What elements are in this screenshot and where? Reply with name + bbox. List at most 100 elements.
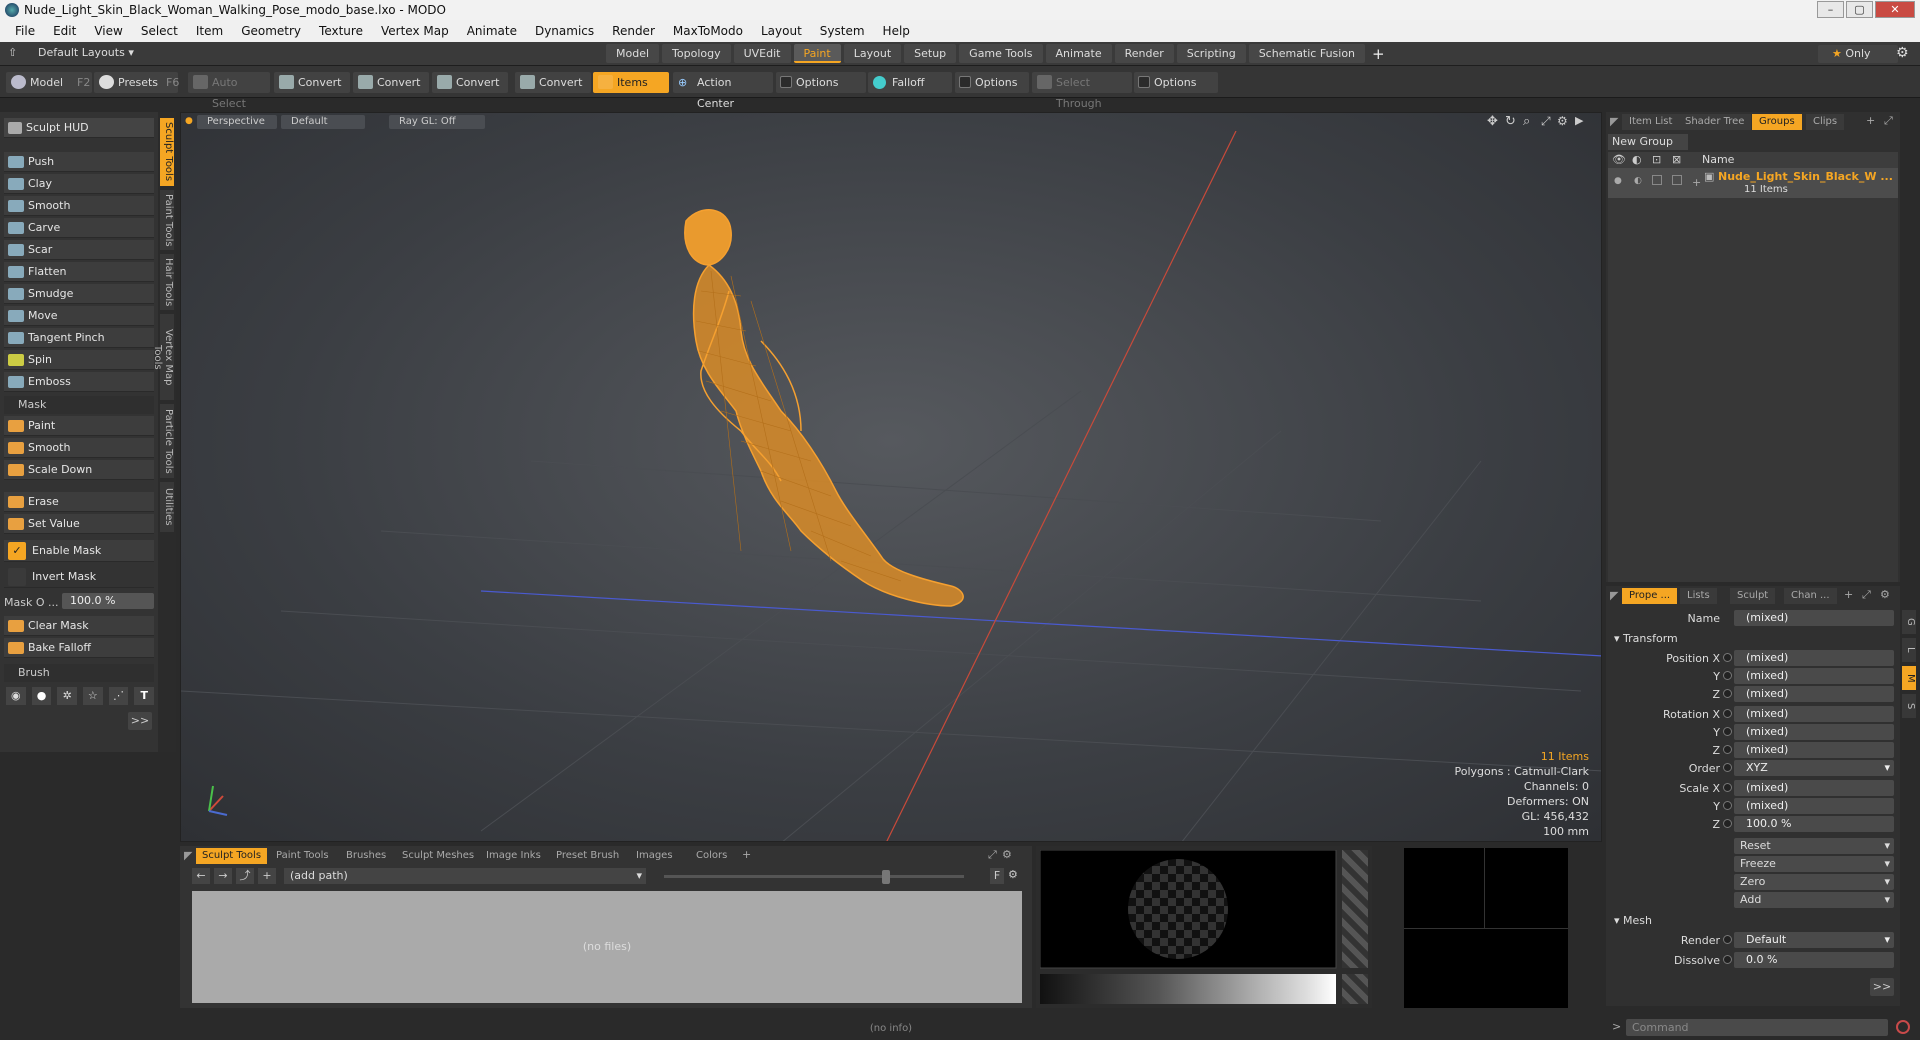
record-icon[interactable] — [1896, 1020, 1910, 1034]
rotation-z-field[interactable]: (mixed) — [1723, 742, 1894, 758]
bake-falloff-button[interactable]: Bake Falloff — [4, 638, 154, 658]
slider-handle[interactable] — [882, 870, 890, 884]
tab-animate[interactable]: Animate — [1045, 44, 1112, 63]
keyframe-icon[interactable] — [1723, 727, 1732, 736]
items-button[interactable]: Items — [593, 72, 669, 93]
keyframe-icon[interactable] — [1723, 783, 1732, 792]
more-button[interactable]: >> — [128, 712, 152, 730]
sidetab-particle-tools[interactable]: Particle Tools — [160, 404, 174, 478]
menu-select[interactable]: Select — [132, 20, 187, 42]
menu-help[interactable]: Help — [874, 20, 919, 42]
rotate-icon[interactable]: ↻ — [1505, 114, 1516, 129]
order-dropdown[interactable]: XYZ ▾ — [1723, 760, 1894, 776]
tab-render[interactable]: Render — [1114, 44, 1174, 63]
expand-panel-icon[interactable]: ⤢ — [1884, 114, 1893, 128]
add-panel-tab-icon[interactable]: + — [1844, 588, 1853, 601]
mask-section-header[interactable]: Mask — [4, 396, 154, 414]
pan-icon[interactable]: ✥ — [1487, 114, 1498, 129]
falloff-swatch[interactable] — [1342, 974, 1368, 1004]
tool-smooth[interactable]: Smooth — [4, 196, 154, 216]
keyframe-icon[interactable] — [1723, 819, 1732, 828]
brush-section-header[interactable]: Brush — [4, 664, 154, 682]
favorites-button[interactable]: F — [990, 868, 1004, 884]
position-y-field[interactable]: (mixed) — [1723, 668, 1894, 684]
more-button[interactable]: >> — [1870, 978, 1894, 996]
tab-properties[interactable]: Prope ... — [1622, 588, 1678, 604]
options-button-3[interactable]: Options — [1134, 72, 1218, 93]
3d-viewport[interactable]: ● Perspective Default Ray GL: Off ✥ ↻ ⌕ … — [180, 112, 1602, 842]
gear-icon[interactable]: ⚙ — [1896, 45, 1909, 61]
render-dropdown[interactable]: Default ▾ — [1723, 932, 1894, 948]
tab-channels[interactable]: Chan ... — [1784, 588, 1837, 604]
menu-file[interactable]: File — [6, 20, 44, 42]
tab-sculpt-tools[interactable]: Sculpt Tools — [196, 848, 268, 864]
add-tab-icon[interactable]: + — [1368, 45, 1385, 63]
expand-panel-icon[interactable]: ⤢ — [988, 848, 997, 862]
name-field[interactable]: (mixed) — [1734, 610, 1894, 626]
panel-options-icon[interactable]: ◤ — [184, 849, 192, 862]
back-icon[interactable]: ← — [192, 868, 210, 884]
maximize-button[interactable]: ▢ — [1846, 1, 1873, 18]
file-browser-area[interactable]: (no files) — [192, 891, 1022, 1003]
tool-flatten[interactable]: Flatten — [4, 262, 154, 282]
keyframe-icon[interactable] — [1723, 935, 1732, 944]
up-folder-icon[interactable]: ⤴ — [236, 868, 254, 884]
tab-uvedit[interactable]: UVEdit — [733, 44, 791, 63]
solid-brush-icon[interactable]: ● — [31, 687, 52, 705]
menu-geometry[interactable]: Geometry — [232, 20, 310, 42]
viewport-gear-icon[interactable]: ⚙ — [1557, 114, 1568, 128]
clear-mask-button[interactable]: Clear Mask — [4, 616, 154, 636]
panel-gear-icon[interactable]: ⚙ — [1880, 588, 1890, 601]
action-center-button[interactable]: ⊕ Action Center — [673, 72, 773, 110]
tool-carve[interactable]: Carve — [4, 218, 154, 238]
convert-button-3[interactable]: Convert — [432, 72, 508, 93]
options-button-1[interactable]: Options — [776, 72, 866, 93]
reset-dropdown[interactable]: Reset ▾ — [1734, 838, 1894, 854]
tab-setup[interactable]: Setup — [904, 44, 957, 63]
mask-opacity-field[interactable]: 100.0 % — [62, 593, 154, 609]
visibility-column-icon[interactable]: 👁 — [1612, 153, 1626, 166]
tab-brushes[interactable]: Brushes — [340, 848, 392, 864]
browser-gear-icon[interactable]: ⚙ — [1008, 868, 1018, 881]
menu-texture[interactable]: Texture — [310, 20, 372, 42]
group-visibility-icon[interactable]: ● — [1614, 176, 1622, 186]
panel-options-icon[interactable]: ◤ — [1610, 589, 1618, 602]
lock-column-icon[interactable]: ⊡ — [1652, 153, 1661, 166]
sidetab-vertex-map-tools[interactable]: Vertex Map Tools — [152, 314, 174, 400]
set-value-button[interactable]: Set Value — [4, 514, 154, 534]
scale-z-field[interactable]: 100.0 % — [1723, 816, 1894, 832]
tab-paint[interactable]: Paint — [793, 44, 841, 63]
tab-lists[interactable]: Lists — [1680, 588, 1717, 604]
menu-vertex-map[interactable]: Vertex Map — [372, 20, 458, 42]
tool-move[interactable]: Move — [4, 306, 154, 326]
viewport-menu-arrow-icon[interactable]: ▶ — [1575, 114, 1583, 127]
groups-list-area[interactable] — [1608, 198, 1898, 582]
scale-y-field[interactable]: (mixed) — [1723, 798, 1894, 814]
position-z-field[interactable]: (mixed) — [1723, 686, 1894, 702]
menu-dynamics[interactable]: Dynamics — [526, 20, 603, 42]
group-row[interactable]: ● ◐ + ▣ Nude_Light_Skin_Black_W ... 11 I… — [1608, 168, 1898, 198]
mini-viewport[interactable] — [1404, 848, 1568, 1008]
layout-up-icon[interactable]: ⇧ — [8, 46, 17, 59]
menu-view[interactable]: View — [85, 20, 131, 42]
text-brush-icon[interactable]: T — [134, 687, 155, 705]
tab-model[interactable]: Model — [606, 44, 660, 63]
group-select-icon[interactable] — [1672, 175, 1682, 185]
shading-dropdown[interactable]: Default — [281, 115, 365, 129]
convert-button-1[interactable]: Convert — [274, 72, 350, 93]
menu-render[interactable]: Render — [603, 20, 664, 42]
panel-options-icon[interactable]: ◤ — [1610, 115, 1618, 128]
position-x-field[interactable]: (mixed) — [1723, 650, 1894, 666]
tab-paint-tools[interactable]: Paint Tools — [270, 848, 335, 864]
tab-shader-tree[interactable]: Shader Tree — [1678, 114, 1752, 130]
star-brush-icon[interactable]: ☆ — [83, 687, 103, 705]
mask-smooth-button[interactable]: Smooth — [4, 438, 154, 458]
procedural-brush-icon[interactable]: ⋰ — [108, 687, 129, 705]
thumbnail-size-slider[interactable] — [664, 875, 964, 878]
keyframe-icon[interactable] — [1723, 763, 1732, 772]
scale-x-field[interactable]: (mixed) — [1723, 780, 1894, 796]
brush-strength-swatch[interactable] — [1342, 850, 1368, 968]
add-dropdown[interactable]: Add ▾ — [1734, 892, 1894, 908]
erase-button[interactable]: Erase — [4, 492, 154, 512]
only-toggle[interactable]: ★ Only — [1818, 45, 1898, 63]
